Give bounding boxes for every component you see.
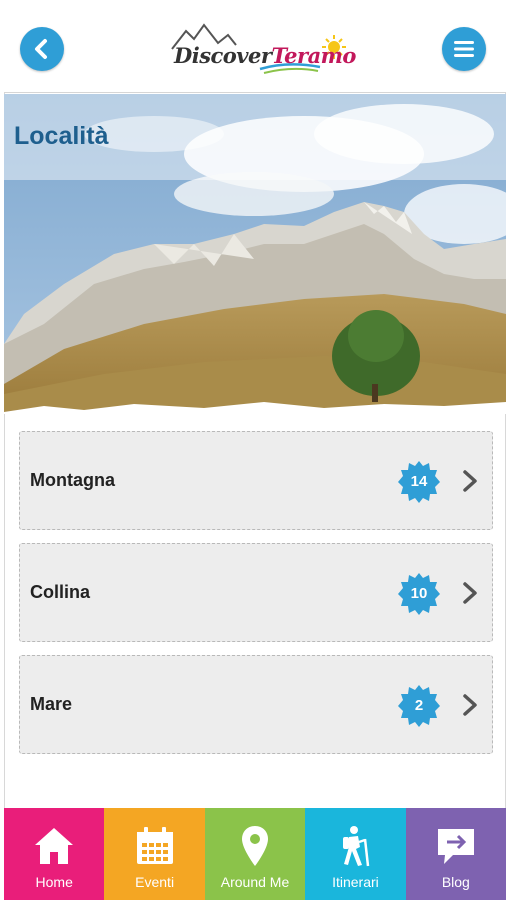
menu-button[interactable] (442, 27, 486, 71)
back-button[interactable] (20, 27, 64, 71)
back-arrow-icon (35, 39, 47, 59)
count-badge: 2 (398, 685, 440, 727)
calendar-icon (136, 827, 173, 864)
nav-item-blog[interactable]: Blog (405, 808, 507, 900)
nav-item-around-me[interactable]: Around Me (204, 808, 306, 900)
nav-item-home[interactable]: Home (4, 808, 105, 900)
list-item-collina[interactable]: Collina 10 (19, 543, 493, 642)
chevron-right-icon (463, 694, 477, 716)
count-value: 2 (414, 697, 424, 714)
category-label: Mare (30, 694, 73, 714)
category-list: Montagna 14 Collina 10 Mare 2 (19, 431, 493, 767)
bottom-nav: Home Eventi Around Me Itinerari Blog (4, 808, 507, 900)
app-header: DiscoverTeramo (4, 3, 506, 93)
location-pin-icon (242, 826, 269, 866)
logo-word-discover: Discover (174, 43, 272, 68)
app-logo[interactable]: DiscoverTeramo (168, 21, 356, 77)
home-icon (35, 828, 74, 864)
count-badge: 10 (398, 573, 440, 615)
list-item-montagna[interactable]: Montagna 14 (19, 431, 493, 530)
nav-label: Home (35, 874, 73, 890)
count-value: 14 (410, 473, 428, 490)
count-badge: 14 (398, 461, 440, 503)
hero-banner: Località (4, 94, 506, 414)
chevron-right-icon (463, 582, 477, 604)
nav-label: Itinerari (332, 874, 379, 890)
nav-label: Eventi (135, 874, 175, 890)
category-label: Collina (30, 582, 91, 602)
page-title: Località (14, 122, 109, 150)
category-label: Montagna (30, 470, 115, 490)
nav-item-itinerari[interactable]: Itinerari (305, 808, 406, 900)
hamburger-menu-icon (454, 41, 474, 57)
nav-label: Around Me (220, 874, 290, 890)
logo-text: DiscoverTeramo (174, 43, 356, 68)
logo-word-teramo: Teramo (271, 43, 356, 68)
nav-label: Blog (441, 874, 470, 890)
list-item-mare[interactable]: Mare 2 (19, 655, 493, 754)
hiker-icon (343, 826, 370, 867)
nav-item-eventi[interactable]: Eventi (104, 808, 205, 900)
count-value: 10 (410, 585, 428, 602)
chevron-right-icon (463, 470, 477, 492)
chat-arrow-icon (437, 829, 474, 864)
